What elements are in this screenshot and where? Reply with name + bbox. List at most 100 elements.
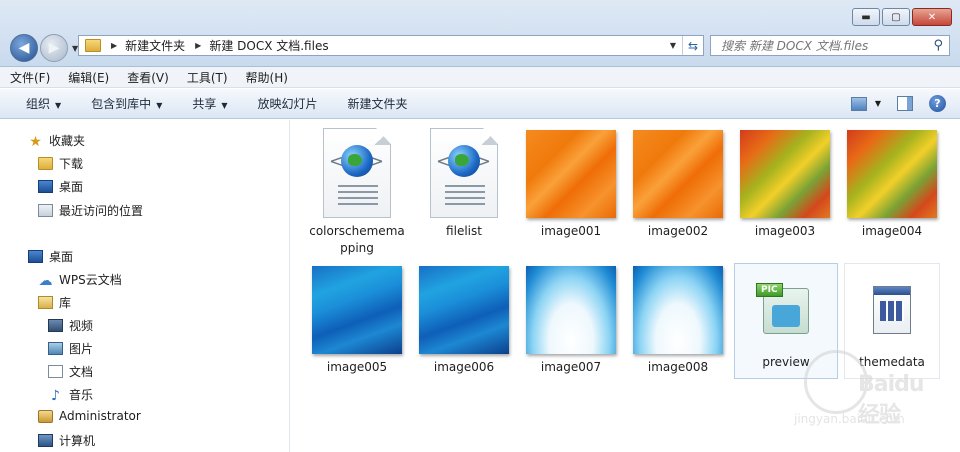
sidebar-label: 图片 [69, 342, 94, 356]
xml-file-icon: < > [430, 128, 498, 218]
sidebar-label: 桌面 [59, 180, 84, 194]
sidebar-label: 收藏夹 [49, 134, 86, 148]
address-dropdown-icon[interactable]: ▼ [664, 41, 682, 50]
file-item[interactable]: image007 [521, 266, 621, 376]
baidu-watermark: Baidu经验 jingyan.baidu.com [794, 350, 944, 430]
file-item[interactable]: image008 [628, 266, 728, 376]
chevron-down-icon: ▼ [874, 99, 881, 108]
include-in-library-button[interactable]: 包含到库中 ▼ [91, 95, 162, 112]
menu-tools[interactable]: 工具(T) [187, 69, 228, 86]
command-bar: 组织 ▼ 包含到库中 ▼ 共享 ▼ 放映幻灯片 新建文件夹 ▼ ? [0, 89, 960, 119]
share-button[interactable]: 共享 ▼ [192, 95, 227, 112]
file-name: image004 [861, 224, 923, 238]
menu-file[interactable]: 文件(F) [10, 69, 50, 86]
image-thumbnail [419, 266, 509, 354]
sidebar-label: 音乐 [69, 388, 94, 402]
toolbar-right: ▼ ? [850, 95, 946, 112]
file-item[interactable]: < > colorschememapping [307, 128, 407, 257]
preview-pane-icon[interactable] [897, 96, 913, 111]
star-icon: ★ [29, 134, 42, 150]
video-icon [48, 319, 63, 332]
search-box[interactable]: ⚲ [710, 35, 950, 56]
sidebar-item-music[interactable]: ♪ 音乐 [48, 386, 94, 404]
forward-button[interactable]: ▶ [40, 34, 68, 62]
slideshow-button[interactable]: 放映幻灯片 [258, 95, 318, 112]
menu-view[interactable]: 查看(V) [127, 69, 169, 86]
refresh-button[interactable]: ⇆ [682, 36, 703, 55]
theme-file-icon [873, 286, 911, 334]
image-thumbnail [633, 266, 723, 354]
sidebar-item-pictures[interactable]: 图片 [48, 340, 93, 357]
breadcrumb-separator-icon[interactable]: ▶ [111, 41, 117, 50]
image-thumbnail [312, 266, 402, 354]
chevron-down-icon: ▼ [221, 101, 228, 110]
breadcrumb-new-folder[interactable]: 新建文件夹 [125, 37, 185, 54]
menu-edit[interactable]: 编辑(E) [68, 69, 109, 86]
sidebar-item-recent[interactable]: 最近访问的位置 [38, 202, 143, 219]
sidebar-label: Administrator [59, 409, 141, 423]
breadcrumb-current-folder[interactable]: 新建 DOCX 文档.files [209, 37, 328, 54]
search-input[interactable] [719, 37, 923, 54]
sidebar-label: 计算机 [59, 434, 96, 448]
image-thumbnail [526, 130, 616, 218]
sidebar-item-computer[interactable]: 计算机 [38, 432, 95, 449]
back-button[interactable]: ◀ [10, 34, 38, 62]
organize-button[interactable]: 组织 ▼ [26, 95, 61, 112]
file-item[interactable]: image006 [414, 266, 514, 376]
file-item[interactable]: image001 [521, 130, 621, 240]
xml-file-icon: < > [323, 128, 391, 218]
file-name: colorschememapping [309, 224, 405, 255]
user-folder-icon [38, 409, 53, 423]
breadcrumb-separator-icon[interactable]: ▶ [195, 41, 201, 50]
document-icon [48, 365, 63, 378]
minimize-button[interactable]: ▬ [852, 8, 880, 26]
window-controls: ▬ ▢ ✕ [852, 8, 952, 26]
search-icon[interactable]: ⚲ [933, 38, 943, 53]
image-thumbnail [526, 266, 616, 354]
sidebar-item-administrator[interactable]: Administrator [38, 409, 141, 423]
maximize-button[interactable]: ▢ [882, 8, 910, 26]
change-view-button[interactable]: ▼ [850, 96, 881, 111]
chevron-down-icon: ▼ [156, 101, 163, 110]
sidebar-item-wps-cloud[interactable]: ☁ WPS云文档 [38, 271, 122, 289]
sidebar-item-downloads[interactable]: 下载 [38, 155, 83, 172]
file-name: image008 [647, 360, 709, 374]
navigation-buttons: ◀ ▶ ▼ [10, 34, 78, 62]
file-item[interactable]: image003 [735, 130, 835, 240]
sidebar-item-documents[interactable]: 文档 [48, 363, 93, 380]
sidebar-item-desktop[interactable]: 桌面 [28, 248, 73, 265]
file-item[interactable]: image004 [842, 130, 942, 240]
file-name: image005 [326, 360, 388, 374]
address-bar[interactable]: ▶ 新建文件夹 ▶ 新建 DOCX 文档.files ▼ ⇆ [78, 35, 704, 56]
menu-help[interactable]: 帮助(H) [246, 69, 288, 86]
menu-bar: 文件(F) 编辑(E) 查看(V) 工具(T) 帮助(H) [0, 67, 960, 88]
refresh-icon: ⇆ [687, 38, 699, 53]
sidebar-item-videos[interactable]: 视频 [48, 317, 93, 334]
sidebar-label: 文档 [69, 365, 94, 379]
sidebar-label: 桌面 [49, 250, 74, 264]
file-item[interactable]: < > filelist [414, 128, 514, 240]
image-thumbnail [847, 130, 937, 218]
help-icon[interactable]: ? [929, 95, 946, 112]
desktop-icon [28, 250, 43, 263]
sidebar-item-desktop-favorite[interactable]: 桌面 [38, 178, 83, 195]
sidebar-label: 库 [59, 296, 72, 310]
file-item[interactable]: image005 [307, 266, 407, 376]
forward-arrow-icon: ▶ [48, 40, 60, 56]
sidebar-label: WPS云文档 [59, 273, 122, 287]
view-icon [850, 96, 867, 111]
new-folder-button[interactable]: 新建文件夹 [348, 95, 408, 112]
sidebar-item-favorites[interactable]: ★ 收藏夹 [28, 132, 86, 150]
sidebar-label: 最近访问的位置 [59, 204, 144, 218]
music-note-icon: ♪ [51, 388, 60, 404]
desktop-icon [38, 180, 53, 193]
file-name: image006 [433, 360, 495, 374]
include-library-label: 包含到库中 [91, 97, 152, 111]
recent-places-icon [38, 204, 53, 217]
close-button[interactable]: ✕ [912, 8, 952, 26]
file-item[interactable]: image002 [628, 130, 728, 240]
title-bar: ▬ ▢ ✕ ◀ ▶ ▼ ▶ 新建文件夹 ▶ 新建 DOCX 文档.files ▼… [0, 0, 960, 67]
back-arrow-icon: ◀ [18, 40, 30, 56]
downloads-folder-icon [38, 157, 53, 170]
sidebar-item-libraries[interactable]: 库 [38, 294, 71, 311]
